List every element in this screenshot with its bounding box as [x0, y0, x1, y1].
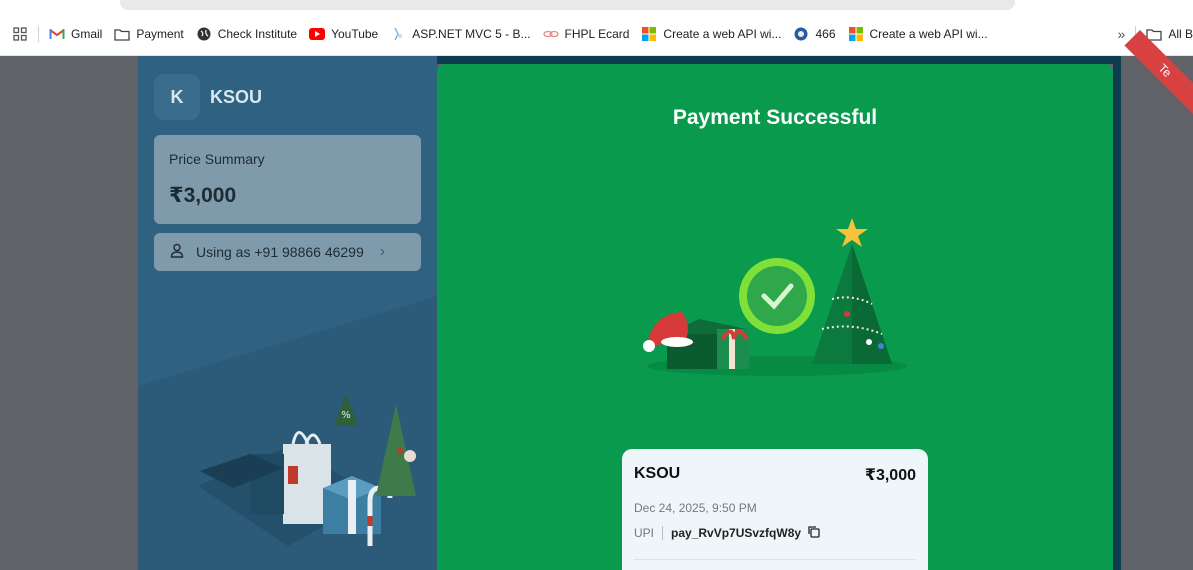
- youtube-icon: [309, 26, 326, 42]
- aspnet-icon: [390, 26, 406, 42]
- bookmark-label: Create a web API wi...: [869, 27, 988, 41]
- copy-icon[interactable]: [807, 525, 820, 541]
- bookmark-payment[interactable]: Payment: [108, 26, 189, 42]
- modal-top-border: [437, 56, 1121, 64]
- link-icon: [542, 26, 559, 42]
- modal-right-border: [1113, 56, 1121, 570]
- payment-success-panel: Payment Successful KSOU ₹3,000 Dec 24, 2…: [437, 64, 1113, 570]
- bookmark-gmail[interactable]: Gmail: [43, 26, 108, 42]
- bookmark-label: Check Institute: [217, 27, 298, 41]
- bookmark-youtube[interactable]: YouTube: [303, 26, 384, 42]
- bookmark-create-web-api-1[interactable]: Create a web API wi...: [635, 26, 787, 42]
- receipt-datetime: Dec 24, 2025, 9:50 PM: [634, 501, 757, 515]
- overflow-chevron-icon: »: [1117, 26, 1126, 42]
- separator: [38, 26, 39, 42]
- microsoft-icon: [641, 26, 657, 42]
- apps-button[interactable]: [0, 26, 34, 42]
- bookmark-label: 466: [815, 27, 836, 41]
- bookmark-create-web-api-2[interactable]: Create a web API wi...: [842, 26, 994, 42]
- bookmark-check-institute[interactable]: Check Institute: [190, 26, 303, 42]
- bookmark-label: FHPL Ecard: [564, 27, 630, 41]
- bookmark-fhpl-ecard[interactable]: FHPL Ecard: [537, 26, 636, 42]
- bookmark-aspnet[interactable]: ASP.NET MVC 5 - B...: [384, 26, 536, 42]
- ribbon-label: Te: [1155, 61, 1175, 80]
- bookmarks-bar: Gmail Payment Check Institute YouTube AS: [0, 0, 1193, 56]
- bookmarks-row: Gmail Payment Check Institute YouTube AS: [0, 22, 1193, 46]
- shopping-illustration: %: [138, 296, 438, 570]
- gmail-icon: [49, 26, 65, 42]
- globe-icon: [196, 26, 212, 42]
- svg-text:%: %: [341, 410, 351, 421]
- receipt-merchant: KSOU: [634, 465, 681, 482]
- bookmark-label: YouTube: [331, 27, 379, 41]
- address-bar-edge: [120, 0, 1015, 10]
- receipt-amount: ₹3,000: [864, 467, 916, 484]
- success-illustration: [643, 218, 907, 376]
- receipt-card: KSOU ₹3,000 Dec 24, 2025, 9:50 PM UPI pa…: [622, 449, 928, 570]
- site-icon: [793, 26, 809, 42]
- apps-grid-icon: [12, 26, 28, 42]
- bookmark-466[interactable]: 466: [787, 26, 841, 42]
- bookmark-label: Gmail: [71, 27, 103, 41]
- folder-icon: [114, 26, 130, 42]
- payment-method: UPI: [634, 526, 655, 540]
- receipt-payment-row: UPI pay_RvVp7USvzfqW8y: [634, 525, 820, 541]
- all-bookmarks-label: All B: [1168, 27, 1193, 41]
- bookmark-label: Payment: [136, 27, 184, 41]
- payment-success-title: Payment Successful: [672, 106, 878, 129]
- bookmark-label: Create a web API wi...: [663, 27, 782, 41]
- checkout-left-panel: K KSOU Price Summary ₹3,000 Using as +91…: [138, 56, 438, 570]
- bookmark-label: ASP.NET MVC 5 - B...: [412, 27, 531, 41]
- bookmarks-overflow-button[interactable]: »: [1112, 26, 1132, 42]
- receipt-divider: [634, 559, 916, 560]
- microsoft-icon: [848, 26, 864, 42]
- payment-id: pay_RvVp7USvzfqW8y: [671, 526, 802, 540]
- divider: [662, 526, 664, 540]
